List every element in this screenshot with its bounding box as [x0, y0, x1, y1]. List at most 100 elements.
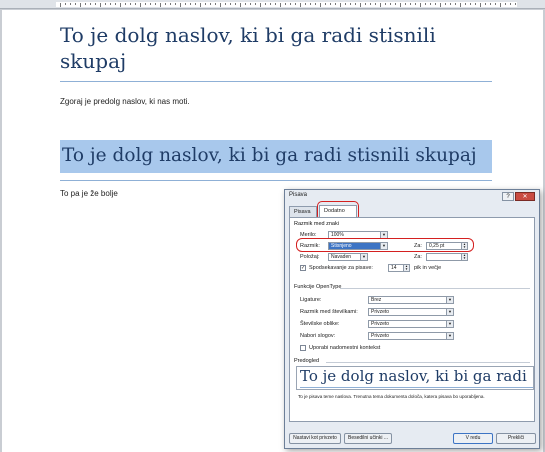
ruler-tick: [460, 3, 461, 7]
ruler-tick: [500, 3, 501, 7]
section-divider: [326, 362, 530, 363]
ligatures-select[interactable]: Brez ▼: [368, 296, 454, 304]
ruler-tick: [445, 3, 446, 5]
ruler-tick: [390, 3, 391, 5]
ligatures-label: Ligature:: [300, 297, 322, 303]
ruler-tick: [240, 3, 241, 7]
contextual-alternates-label: Uporabi nadomestni kontekst: [309, 345, 381, 351]
ruler-tick: [95, 3, 96, 5]
ruler-tick: [455, 3, 456, 5]
ruler-tick: [350, 3, 351, 5]
ruler-tick: [130, 3, 131, 5]
ruler-tick: [340, 3, 341, 7]
position-by-input[interactable]: ▲ ▼: [426, 253, 468, 261]
chevron-down-icon: ▼: [360, 254, 367, 260]
ruler-tick: [305, 3, 306, 5]
ruler-tick: [320, 3, 321, 7]
ruler-tick: [395, 3, 396, 5]
ruler-tick: [75, 3, 76, 5]
ruler-tick: [360, 3, 361, 7]
stylistic-sets-select[interactable]: Privzeto ▼: [368, 332, 454, 340]
ruler-tick: [290, 3, 291, 5]
number-spacing-value: Privzeto: [371, 309, 390, 315]
ruler-tick: [495, 3, 496, 5]
ruler-tick: [375, 3, 376, 5]
ruler-tick: [265, 3, 266, 5]
ruler-tick: [155, 3, 156, 5]
contextual-alternates-checkbox[interactable]: [300, 345, 306, 351]
number-spacing-label: Razmik med številkami:: [300, 309, 358, 315]
preview-box: To je dolg naslov, ki bi ga radi: [296, 366, 534, 390]
dialog-title: Pisava: [289, 192, 308, 198]
ruler-tick: [380, 3, 381, 7]
ruler-tick: [330, 3, 331, 5]
kerning-input[interactable]: 14 ▲ ▼: [388, 264, 410, 272]
ok-button[interactable]: V redu: [453, 433, 493, 444]
heading-long[interactable]: To je dolg naslov, ki bi ga radi stisnil…: [60, 22, 490, 74]
cancel-button[interactable]: Prekliči: [496, 433, 536, 444]
ruler-tick: [260, 3, 261, 7]
stylistic-sets-label: Nabori slogov:: [300, 333, 336, 339]
ruler-tick: [405, 3, 406, 5]
ruler-tick: [230, 3, 231, 5]
ruler-tick: [125, 3, 126, 5]
ruler-tick: [430, 3, 431, 5]
ruler-tick: [450, 3, 451, 5]
ruler-tick: [205, 3, 206, 5]
tab-font[interactable]: Pisava: [289, 206, 317, 217]
position-by-label: Za:: [414, 254, 422, 260]
kerning-checkbox[interactable]: ✓: [300, 265, 306, 271]
ruler-tick: [465, 3, 466, 5]
ruler-tick: [85, 3, 86, 5]
ruler-tick: [435, 3, 436, 5]
ruler-tick: [195, 3, 196, 5]
body-text-2[interactable]: To pa je že bolje: [60, 189, 118, 198]
ruler-tick: [255, 3, 256, 5]
ruler-tick: [440, 3, 441, 7]
spinner-icon[interactable]: ▲ ▼: [403, 265, 409, 271]
section-character-spacing: Razmik med znaki: [294, 221, 339, 227]
spinner-icon[interactable]: ▲ ▼: [461, 254, 467, 260]
heading-condensed[interactable]: To je dolg naslov, ki bi ga radi stisnil…: [62, 143, 477, 169]
number-forms-value: Privzeto: [371, 321, 390, 327]
ruler-tick: [215, 3, 216, 5]
stylistic-sets-value: Privzeto: [371, 333, 390, 339]
close-button[interactable]: ✕: [515, 192, 535, 201]
kerning-value: 14: [391, 265, 397, 271]
ligatures-value: Brez: [371, 297, 382, 303]
ruler-tick: [115, 3, 116, 5]
ruler-tick: [120, 3, 121, 7]
chevron-down-icon: ▼: [446, 309, 453, 315]
heading-underline-2: [60, 180, 492, 181]
ruler-tick: [505, 3, 506, 5]
ruler-tick: [90, 3, 91, 5]
ruler-tick: [315, 3, 316, 5]
ruler-tick: [420, 3, 421, 7]
ruler-tick: [165, 3, 166, 5]
ruler-tick: [135, 3, 136, 5]
horizontal-ruler[interactable]: [0, 0, 545, 9]
position-select[interactable]: Navaden ▼: [328, 253, 368, 261]
ruler-tick: [515, 3, 516, 5]
chevron-down-icon: ▼: [446, 333, 453, 339]
set-default-button[interactable]: Nastavi kot privzeto: [289, 433, 341, 444]
ruler-tick: [490, 3, 491, 5]
ruler-tick: [485, 3, 486, 5]
ruler-tick: [60, 3, 61, 7]
ruler-tick: [70, 3, 71, 5]
body-text-1[interactable]: Zgoraj je predolg naslov, ki nas moti.: [60, 97, 190, 106]
preview-underline: [300, 387, 533, 388]
help-button[interactable]: ?: [502, 192, 514, 201]
ruler-tick: [200, 3, 201, 7]
ruler-tick: [180, 3, 181, 7]
section-opentype: Funkcije OpenType: [294, 284, 342, 290]
ruler-tick: [185, 3, 186, 5]
number-spacing-select[interactable]: Privzeto ▼: [368, 308, 454, 316]
font-dialog: Pisava ? ✕ Pisava Dodatno Razmik med zna…: [284, 189, 540, 449]
position-label: Položaj:: [300, 254, 320, 260]
ruler-tick: [470, 3, 471, 5]
number-forms-select[interactable]: Privzeto ▼: [368, 320, 454, 328]
ruler-tick: [225, 3, 226, 5]
text-effects-button[interactable]: Besedilni učinki ...: [344, 433, 392, 444]
ruler-tick: [310, 3, 311, 5]
